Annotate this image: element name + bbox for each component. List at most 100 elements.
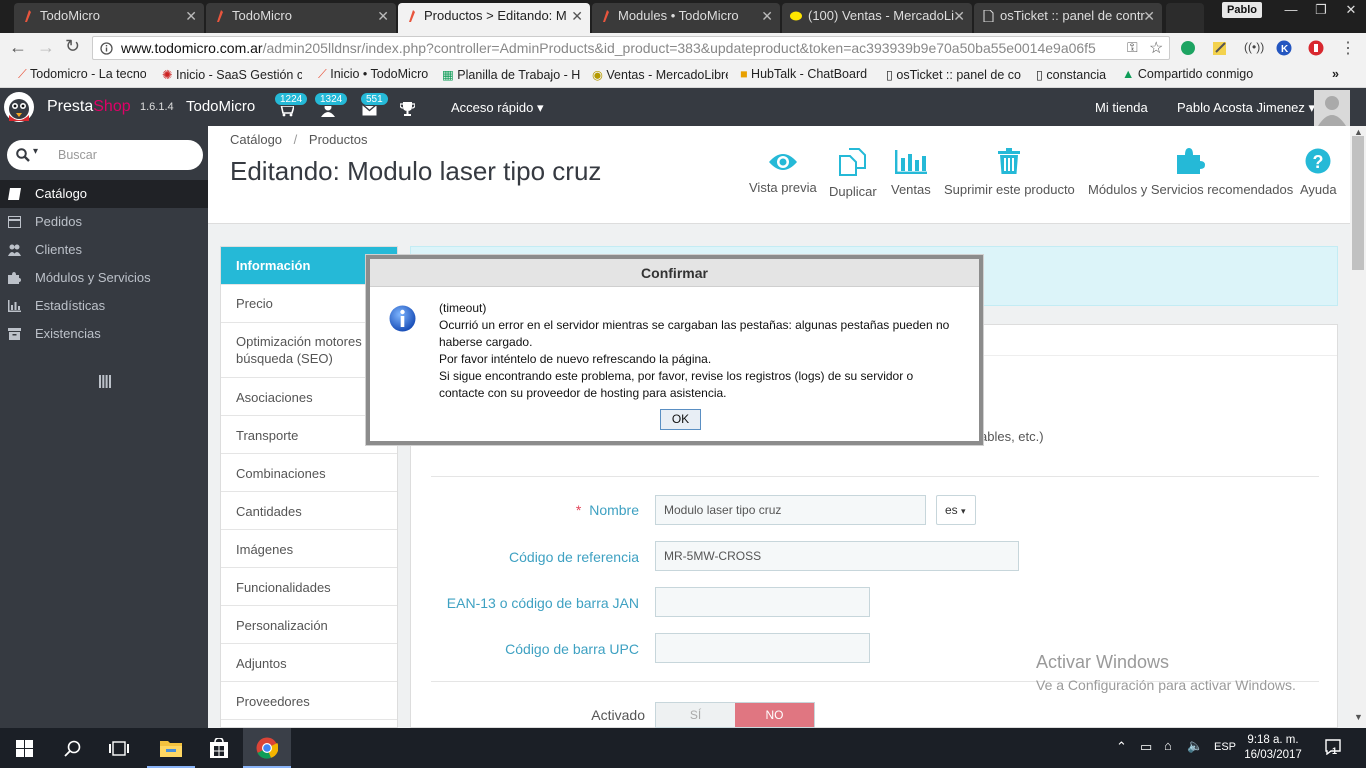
- browser-tab[interactable]: osTicket :: panel de contr ✕: [974, 3, 1162, 33]
- close-icon[interactable]: ✕: [377, 3, 389, 29]
- tab-adjuntos[interactable]: Adjuntos: [221, 644, 397, 682]
- action-center[interactable]: 1: [1318, 738, 1346, 760]
- battery-icon[interactable]: ▭: [1140, 739, 1152, 755]
- forward-icon[interactable]: →: [37, 37, 55, 58]
- bookmark-item[interactable]: ▯ osTicket :: panel de co: [886, 67, 1022, 82]
- scrollbar-thumb[interactable]: [1352, 136, 1364, 270]
- network-icon[interactable]: ⌂: [1164, 738, 1172, 753]
- minimize-icon[interactable]: —: [1276, 0, 1306, 20]
- user-menu[interactable]: Pablo Acosta Jimenez ▾: [1177, 100, 1315, 116]
- taskbar-store[interactable]: [195, 728, 243, 768]
- browser-tab[interactable]: TodoMicro ✕: [206, 3, 396, 33]
- browser-tab[interactable]: TodoMicro ✕: [14, 3, 204, 33]
- preview-button[interactable]: Vista previa: [749, 154, 817, 195]
- delete-button[interactable]: Suprimir este producto: [944, 148, 1075, 197]
- breadcrumb-item[interactable]: Catálogo: [230, 132, 282, 147]
- windows-start-icon[interactable]: [16, 740, 33, 757]
- breadcrumb-item[interactable]: Productos: [309, 132, 368, 147]
- help-button[interactable]: ? Ayuda: [1300, 148, 1337, 197]
- taskbar-clock[interactable]: 9:18 a. m. 16/03/2017: [1240, 733, 1306, 763]
- close-window-icon[interactable]: ✕: [1336, 0, 1366, 20]
- extension-red-icon[interactable]: [1308, 40, 1324, 56]
- maximize-icon[interactable]: ❐: [1306, 0, 1336, 20]
- collapse-sidebar-icon[interactable]: [99, 375, 111, 388]
- close-icon[interactable]: ✕: [1143, 3, 1155, 29]
- ean-field[interactable]: [655, 587, 870, 617]
- bookmark-item[interactable]: ▦ Planilla de Trabajo - H: [442, 67, 580, 82]
- address-bar[interactable]: www.todomicro.com.ar/admin205lldnsr/inde…: [92, 36, 1170, 60]
- info-icon[interactable]: [100, 42, 113, 55]
- tab-imagenes[interactable]: Imágenes: [221, 530, 397, 568]
- close-icon[interactable]: ✕: [761, 3, 773, 29]
- sidebar-item-estadisticas[interactable]: Estadísticas: [0, 292, 208, 320]
- bookmark-item[interactable]: ▲ Compartido conmigo: [1122, 67, 1262, 81]
- tab-cantidades[interactable]: Cantidades: [221, 492, 397, 530]
- tab-proveedores[interactable]: Proveedores: [221, 682, 397, 720]
- bookmark-item[interactable]: ✺ Inicio - SaaS Gestión c: [162, 67, 302, 82]
- shop-name[interactable]: TodoMicro: [186, 98, 255, 115]
- extension-k-icon[interactable]: K: [1276, 40, 1292, 56]
- duplicate-button[interactable]: Duplicar: [829, 148, 877, 199]
- close-icon[interactable]: ✕: [953, 3, 965, 29]
- search-icon[interactable]: [16, 148, 30, 162]
- close-icon[interactable]: ✕: [185, 3, 197, 29]
- extension-green-icon[interactable]: [1180, 40, 1196, 56]
- back-icon[interactable]: ←: [9, 37, 27, 58]
- upc-field[interactable]: [655, 633, 870, 663]
- search-input[interactable]: Buscar: [58, 148, 97, 162]
- reload-icon[interactable]: ↻: [65, 36, 80, 57]
- volume-icon[interactable]: 🔈: [1187, 738, 1203, 754]
- search-box[interactable]: ▾ Buscar: [7, 140, 203, 170]
- language-select[interactable]: es ▾: [936, 495, 976, 525]
- name-field[interactable]: Modulo laser tipo cruz: [655, 495, 926, 525]
- taskbar-explorer[interactable]: [147, 728, 195, 768]
- toggle-no[interactable]: NO: [735, 703, 814, 727]
- tab-combinaciones[interactable]: Combinaciones: [221, 454, 397, 492]
- trophy-icon[interactable]: [400, 101, 415, 116]
- browser-tab[interactable]: Modules • TodoMicro ✕: [592, 3, 780, 33]
- recommended-modules-button[interactable]: Módulos y Servicios recomendados: [1088, 148, 1293, 197]
- language-indicator[interactable]: ESP: [1214, 741, 1236, 753]
- tab-funcionalidades[interactable]: Funcionalidades: [221, 568, 397, 606]
- tab-personalizacion[interactable]: Personalización: [221, 606, 397, 644]
- scroll-down-icon[interactable]: ▼: [1354, 712, 1363, 722]
- browser-tab-active[interactable]: Productos > Editando: M ✕: [398, 3, 590, 33]
- star-icon[interactable]: ☆: [1149, 38, 1163, 58]
- scroll-up-icon[interactable]: ▲: [1354, 127, 1363, 137]
- caret-down-icon[interactable]: ▾: [33, 146, 38, 157]
- bookmark-item[interactable]: ◉ Ventas - MercadoLibre: [592, 67, 728, 82]
- ok-button[interactable]: OK: [660, 409, 701, 430]
- close-icon[interactable]: ✕: [571, 3, 583, 29]
- bookmark-item[interactable]: ▯ constancia: [1036, 67, 1114, 82]
- sales-button[interactable]: Ventas: [891, 150, 931, 197]
- reference-field[interactable]: MR-5MW-CROSS: [655, 541, 1019, 571]
- active-toggle[interactable]: SÍ NO: [655, 702, 815, 728]
- sidebar-item-catalogo[interactable]: Catálogo: [0, 180, 208, 208]
- bookmark-item[interactable]: ⟋ Inicio • TodoMicro: [318, 67, 430, 82]
- messages-badge[interactable]: 551: [360, 92, 389, 106]
- avatar[interactable]: [1314, 90, 1350, 126]
- sidebar-item-existencias[interactable]: Existencias: [0, 320, 208, 348]
- bookmark-item[interactable]: ⟋ Todomicro - La tecnol: [18, 67, 146, 82]
- key-icon[interactable]: ⚿: [1127, 39, 1138, 56]
- browser-tab[interactable]: (100) Ventas - MercadoLi ✕: [782, 3, 972, 33]
- extension-notes-icon[interactable]: [1212, 40, 1228, 56]
- search-icon[interactable]: [64, 740, 81, 757]
- taskbar-chrome[interactable]: [243, 728, 291, 768]
- task-view-icon[interactable]: [109, 741, 129, 756]
- extension-cast-icon[interactable]: ((•)): [1244, 40, 1264, 54]
- toggle-yes[interactable]: SÍ: [656, 703, 735, 727]
- bookmarks-more-button[interactable]: »: [1332, 67, 1348, 81]
- bookmark-item[interactable]: ■ HubTalk - ChatBoard: [740, 67, 874, 81]
- prestashop-logo[interactable]: [3, 91, 35, 123]
- sidebar-item-modulos[interactable]: Módulos y Servicios: [0, 264, 208, 292]
- sidebar-item-clientes[interactable]: Clientes: [0, 236, 208, 264]
- sidebar-item-pedidos[interactable]: Pedidos: [0, 208, 208, 236]
- menu-icon[interactable]: ⋮: [1340, 38, 1356, 58]
- quick-access-menu[interactable]: Acceso rápido ▾: [451, 100, 544, 116]
- tray-chevron-icon[interactable]: ⌃: [1116, 739, 1127, 755]
- customers-badge[interactable]: 1324: [314, 92, 349, 106]
- orders-badge[interactable]: 1224: [274, 92, 309, 106]
- profile-button[interactable]: Pablo: [1222, 2, 1262, 18]
- my-shop-link[interactable]: Mi tienda: [1095, 100, 1148, 115]
